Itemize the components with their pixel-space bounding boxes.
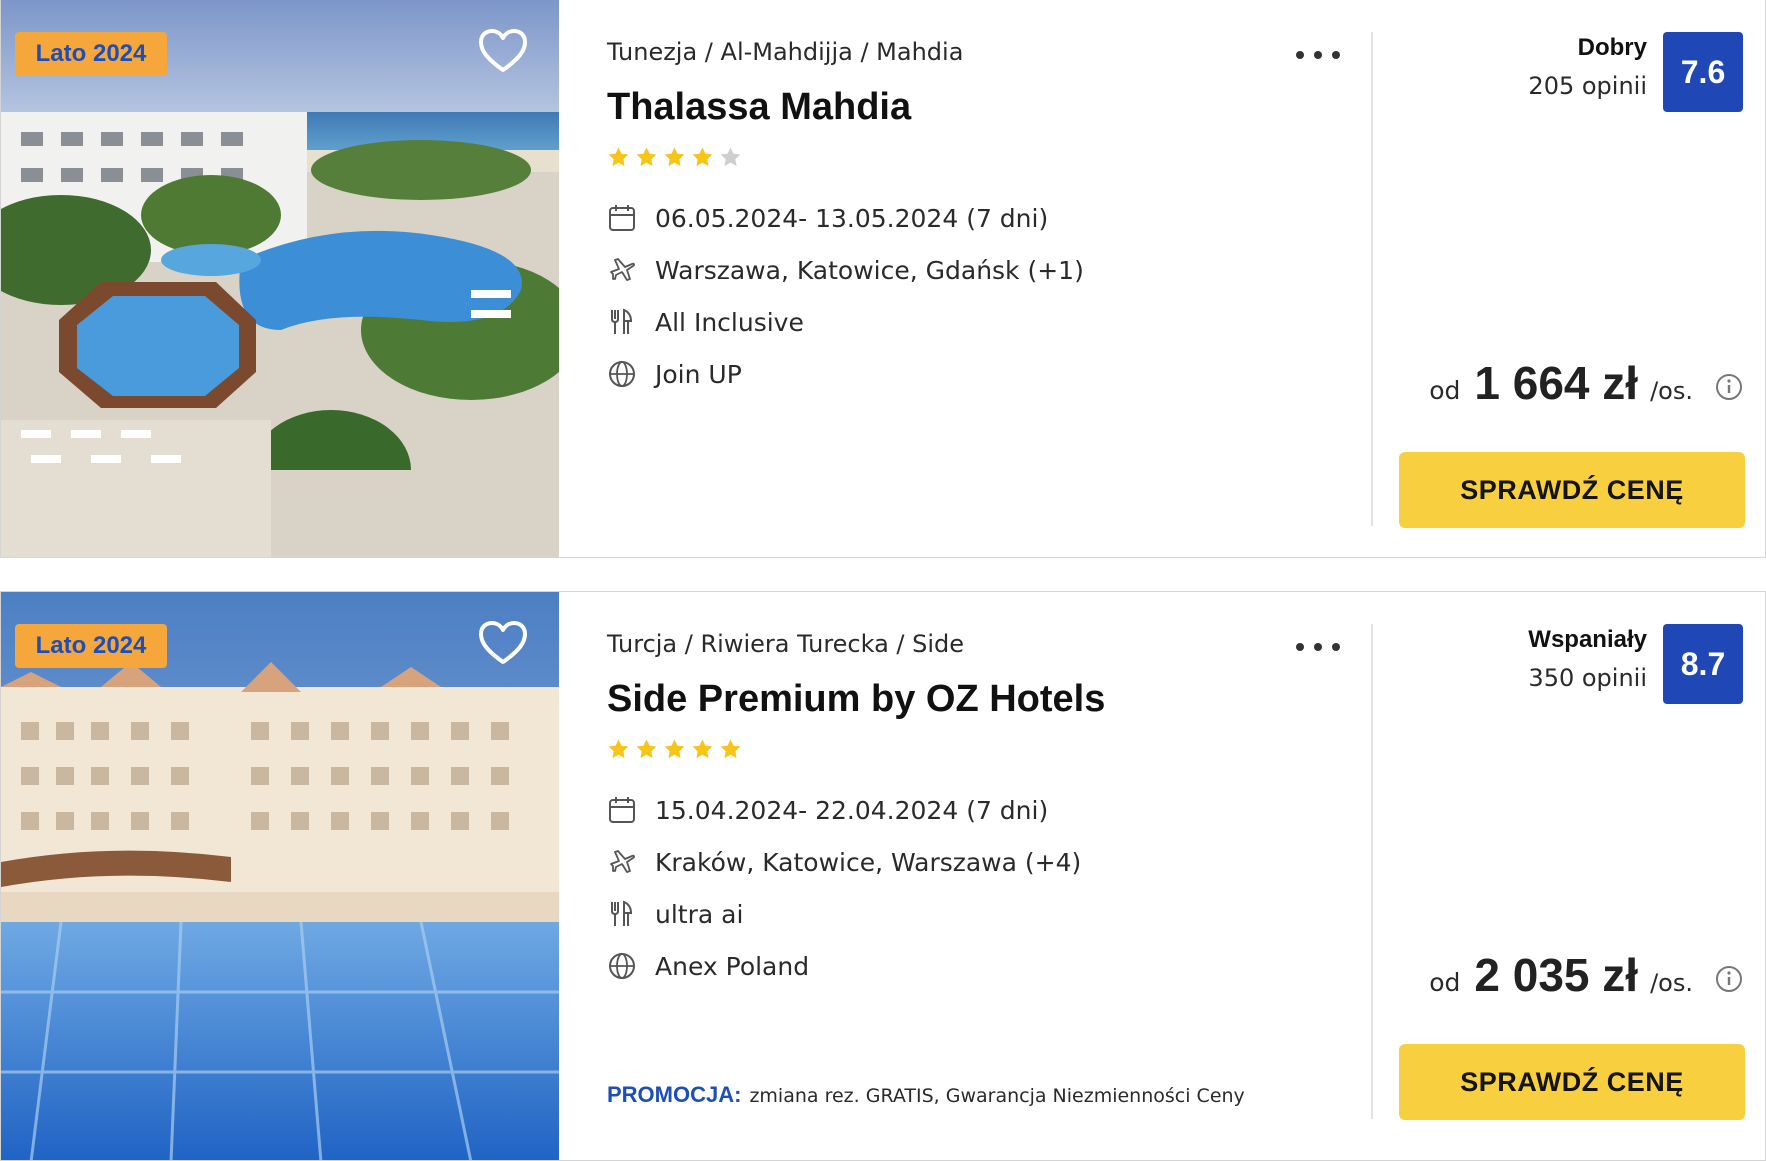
price-from-label: od — [1429, 968, 1461, 997]
star-icon — [720, 147, 741, 167]
heart-outline-icon[interactable] — [478, 620, 528, 666]
divider — [1371, 32, 1373, 526]
cutlery-icon — [611, 900, 633, 926]
season-badge: Lato 2024 — [15, 32, 167, 76]
price-from-label: od — [1429, 376, 1461, 405]
season-badge: Lato 2024 — [15, 624, 167, 668]
hotel-name[interactable]: Thalassa Mahdia — [607, 86, 911, 129]
board-text: All Inclusive — [655, 307, 804, 337]
promo-label: PROMOCJA: — [607, 1082, 742, 1107]
operator-text: Anex Poland — [655, 951, 810, 981]
board-type: All Inclusive — [607, 307, 804, 337]
hotel-photo[interactable]: Lato 2024 — [1, 592, 559, 1160]
breadcrumb[interactable]: Turcja / Riwiera Turecka / Side — [607, 630, 964, 658]
price-value: 1 664 zł — [1474, 357, 1639, 409]
dates-text: 15.04.2024- 22.04.2024 (7 dni) — [655, 795, 1049, 825]
departures-text: Warszawa, Katowice, Gdańsk (+1) — [655, 255, 1084, 285]
price: od 1 664 zł /os. — [1429, 356, 1743, 410]
offer-details: Turcja / Riwiera Turecka / Side Side Pre… — [607, 592, 1347, 1160]
calendar-icon — [609, 205, 635, 231]
star-icon — [664, 147, 685, 167]
globe-icon — [609, 361, 635, 387]
more-dots-icon[interactable] — [1294, 42, 1342, 68]
departures-text: Kraków, Katowice, Warszawa (+4) — [655, 847, 1082, 877]
more-dots-icon[interactable] — [1294, 634, 1342, 660]
heart-outline-icon[interactable] — [478, 28, 528, 74]
star-icon — [720, 739, 741, 759]
info-icon[interactable] — [1715, 965, 1743, 993]
info-icon[interactable] — [1715, 373, 1743, 401]
star-rating — [607, 738, 742, 761]
departure-airports: Kraków, Katowice, Warszawa (+4) — [607, 847, 1081, 877]
calendar-icon — [609, 797, 635, 823]
rating-score: 7.6 — [1663, 32, 1743, 112]
star-icon — [636, 739, 657, 759]
hotel-photo-illustration — [1, 0, 559, 557]
tour-operator: Join UP — [607, 359, 742, 389]
breadcrumb[interactable]: Tunezja / Al-Mahdijja / Mahdia — [607, 38, 963, 66]
rating-score: 8.7 — [1663, 624, 1743, 704]
departure-airports: Warszawa, Katowice, Gdańsk (+1) — [607, 255, 1084, 285]
rating-label: Dobry — [1577, 34, 1647, 61]
travel-dates: 06.05.2024- 13.05.2024 (7 dni) — [607, 203, 1048, 233]
price-value: 2 035 zł — [1474, 949, 1639, 1001]
plane-icon — [610, 258, 635, 281]
hotel-photo[interactable]: Lato 2024 — [1, 0, 559, 557]
promo-text: zmiana rez. GRATIS, Gwarancja Niezmienno… — [749, 1085, 1245, 1107]
board-text: ultra ai — [655, 899, 744, 929]
rating-label: Wspaniały — [1528, 626, 1647, 653]
star-icon — [608, 147, 629, 167]
cutlery-icon — [611, 308, 633, 334]
star-icon — [608, 739, 629, 759]
star-icon — [636, 147, 657, 167]
offer-card[interactable]: Lato 2024 Turcja / Riwiera Turecka / Sid… — [0, 591, 1766, 1161]
operator-text: Join UP — [655, 359, 742, 389]
hotel-photo-illustration — [1, 592, 559, 1160]
price-unit: /os. — [1650, 377, 1693, 405]
dates-text: 06.05.2024- 13.05.2024 (7 dni) — [655, 203, 1049, 233]
reviews-count[interactable]: 350 opinii — [1528, 664, 1647, 692]
hotel-name[interactable]: Side Premium by OZ Hotels — [607, 678, 1105, 721]
star-icon — [664, 739, 685, 759]
offer-details: Tunezja / Al-Mahdijja / Mahdia Thalassa … — [607, 0, 1347, 557]
offer-card[interactable]: Lato 2024 Tunezja / Al-Mahdijja / Mahdia… — [0, 0, 1766, 558]
globe-icon — [609, 953, 635, 979]
board-type: ultra ai — [607, 899, 743, 929]
check-price-button[interactable]: SPRAWDŹ CENĘ — [1399, 452, 1745, 528]
promotion: PROMOCJA: zmiana rez. GRATIS, Gwarancja N… — [607, 1082, 1245, 1108]
star-icon — [692, 739, 713, 759]
divider — [1371, 624, 1373, 1119]
travel-dates: 15.04.2024- 22.04.2024 (7 dni) — [607, 795, 1048, 825]
tour-operator: Anex Poland — [607, 951, 809, 981]
reviews-count[interactable]: 205 opinii — [1528, 72, 1647, 100]
check-price-button[interactable]: SPRAWDŹ CENĘ — [1399, 1044, 1745, 1120]
star-icon — [692, 147, 713, 167]
plane-icon — [610, 850, 635, 873]
star-rating — [607, 146, 742, 169]
price-unit: /os. — [1650, 969, 1693, 997]
price: od 2 035 zł /os. — [1429, 948, 1743, 1002]
